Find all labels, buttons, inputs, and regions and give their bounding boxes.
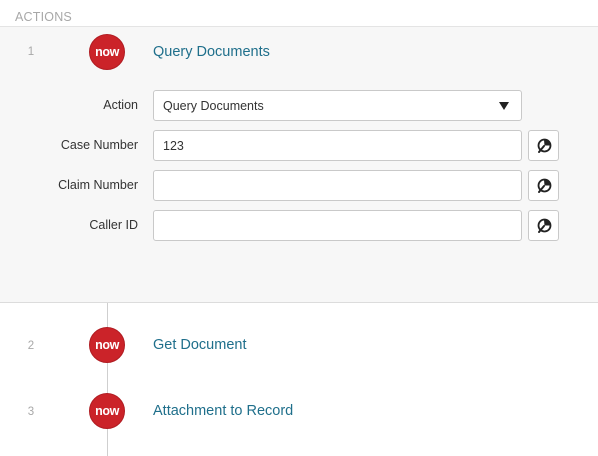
claim-number-datapill-button[interactable]	[528, 170, 559, 201]
claim-number-label: Claim Number	[58, 178, 138, 192]
action-field-label: Action	[103, 98, 138, 112]
action-select[interactable]: Query Documents	[153, 90, 522, 121]
step-number: 2	[27, 340, 35, 352]
action-select-value: Query Documents	[163, 98, 264, 113]
caller-id-datapill-button[interactable]	[528, 210, 559, 241]
section-title: ACTIONS	[15, 10, 72, 24]
action-title-query-documents[interactable]: Query Documents	[153, 44, 270, 60]
case-number-datapill-button[interactable]	[528, 130, 559, 161]
badge-text: now	[95, 45, 119, 59]
caller-id-label: Caller ID	[89, 218, 138, 232]
claim-number-input[interactable]	[153, 170, 522, 201]
action-1-panel	[0, 27, 598, 303]
caret-down-icon	[499, 102, 509, 110]
step-number: 1	[27, 46, 35, 58]
flow-designer-actions: ACTIONS 1 now Query Documents Action Que…	[0, 0, 598, 456]
servicenow-logo-icon: now	[89, 327, 125, 363]
case-number-input[interactable]	[153, 130, 522, 161]
action-title-get-document[interactable]: Get Document	[153, 337, 247, 353]
action-title-attachment-to-record[interactable]: Attachment to Record	[153, 403, 293, 419]
data-pill-picker-icon	[537, 218, 551, 233]
caller-id-input[interactable]	[153, 210, 522, 241]
servicenow-logo-icon: now	[89, 34, 125, 70]
step-number: 3	[27, 406, 35, 418]
badge-text: now	[95, 404, 119, 418]
timeline-connector	[107, 303, 108, 456]
data-pill-picker-icon	[537, 178, 551, 193]
badge-text: now	[95, 338, 119, 352]
case-number-label: Case Number	[60, 138, 138, 152]
data-pill-picker-icon	[537, 138, 551, 153]
servicenow-logo-icon: now	[89, 393, 125, 429]
